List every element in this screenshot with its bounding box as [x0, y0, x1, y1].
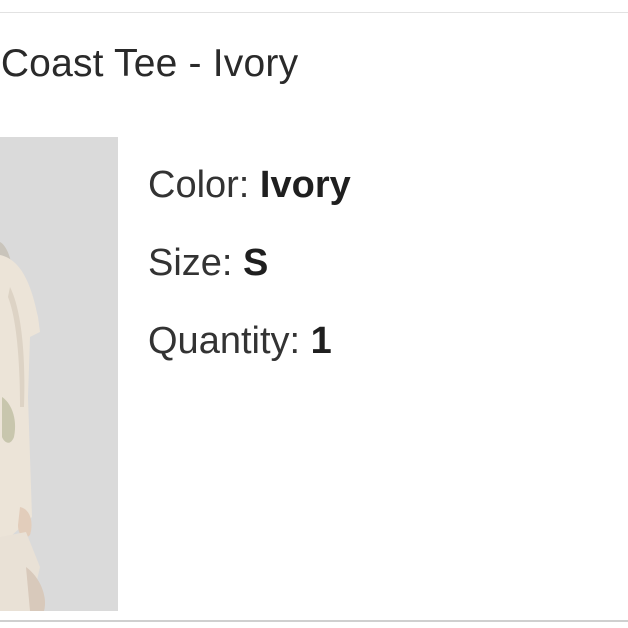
product-details: Color: Ivory Size: S Quantity: 1	[148, 146, 351, 380]
color-row: Color: Ivory	[148, 146, 351, 224]
product-title[interactable]: ea Coast Tee - Ivory	[0, 42, 298, 86]
color-label: Color:	[148, 164, 260, 206]
color-value: Ivory	[259, 164, 351, 206]
order-item-card: ea Coast Tee - Ivory Color: Ivory Size:	[0, 0, 628, 628]
top-divider	[0, 0, 628, 13]
size-row: Size: S	[148, 224, 351, 302]
quantity-label: Quantity:	[148, 320, 311, 362]
size-label: Size:	[148, 242, 244, 284]
quantity-row: Quantity: 1	[148, 302, 351, 380]
size-value: S	[243, 242, 269, 284]
product-photo-icon	[0, 137, 118, 611]
quantity-value: 1	[310, 320, 332, 362]
product-image[interactable]	[0, 137, 118, 611]
bottom-divider	[0, 620, 628, 622]
